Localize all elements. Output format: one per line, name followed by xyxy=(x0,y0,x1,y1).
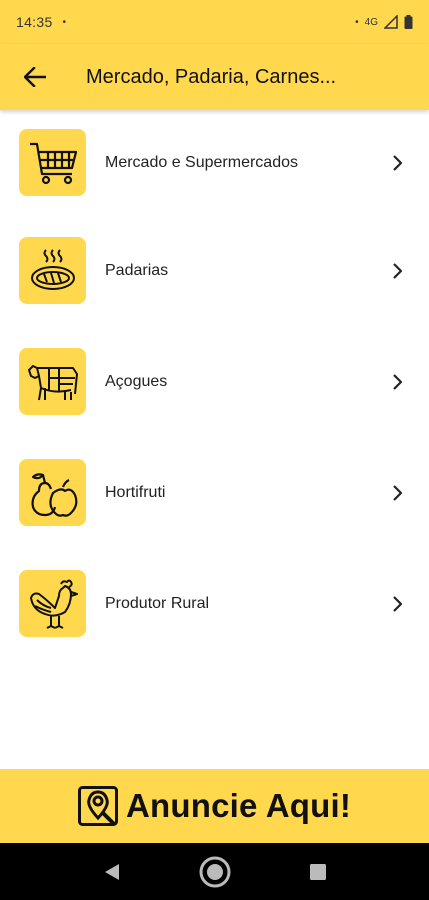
arrow-left-icon xyxy=(24,67,46,87)
fruit-icon xyxy=(31,472,77,517)
list-item-padarias[interactable]: Padarias xyxy=(0,215,429,326)
nav-back-button[interactable] xyxy=(90,850,134,894)
item-icon-box xyxy=(19,459,86,526)
nav-home-button[interactable] xyxy=(193,850,237,894)
shopping-cart-icon xyxy=(29,142,77,184)
item-label: Produtor Rural xyxy=(105,594,210,612)
list-item-hortifruti[interactable]: Hortifruti xyxy=(0,437,429,548)
item-label: Mercado e Supermercados xyxy=(105,153,298,171)
chevron-right-icon xyxy=(375,373,419,390)
rooster-icon xyxy=(29,579,78,629)
dot-icon: • xyxy=(355,16,359,28)
item-icon-box xyxy=(19,348,86,415)
map-pin-icon xyxy=(77,786,118,826)
item-icon-box xyxy=(19,129,86,196)
home-circle-icon xyxy=(199,856,230,887)
banner-text: Anuncie Aqui! xyxy=(125,787,352,824)
list-item-mercado[interactable]: Mercado e Supermercados xyxy=(0,110,429,215)
chevron-right-icon xyxy=(375,154,419,171)
battery-icon xyxy=(404,15,413,29)
item-icon-box xyxy=(19,570,86,637)
chevron-right-icon xyxy=(375,262,419,279)
signal-icon xyxy=(384,15,398,29)
item-icon-box xyxy=(19,237,86,304)
triangle-back-icon xyxy=(104,863,119,880)
status-time: 14:35 xyxy=(16,14,53,30)
square-recents-icon xyxy=(309,863,326,880)
network-label: 4G xyxy=(364,16,378,28)
system-nav-bar xyxy=(0,843,429,900)
cow-icon xyxy=(27,364,78,400)
page-title: Mercado, Padaria, Carnes... xyxy=(86,65,337,88)
chevron-right-icon xyxy=(375,484,419,501)
status-bar: 14:35 • • 4G xyxy=(0,0,429,44)
notification-dot: • xyxy=(62,16,67,28)
back-button[interactable] xyxy=(0,44,70,110)
list-item-acogues[interactable]: Açogues xyxy=(0,326,429,437)
list-item-produtor-rural[interactable]: Produtor Rural xyxy=(0,548,429,659)
item-label: Padarias xyxy=(105,261,169,279)
item-label: Hortifruti xyxy=(105,483,166,501)
bread-icon xyxy=(30,248,75,290)
item-label: Açogues xyxy=(105,372,168,390)
advertise-banner[interactable]: Anuncie Aqui! xyxy=(0,769,429,843)
category-list: Mercado e Supermercados Padarias Açogues… xyxy=(0,110,429,659)
app-bar: Mercado, Padaria, Carnes... xyxy=(0,44,429,110)
status-icons: • 4G xyxy=(355,15,413,29)
chevron-right-icon xyxy=(375,595,419,612)
nav-recents-button[interactable] xyxy=(296,850,340,894)
